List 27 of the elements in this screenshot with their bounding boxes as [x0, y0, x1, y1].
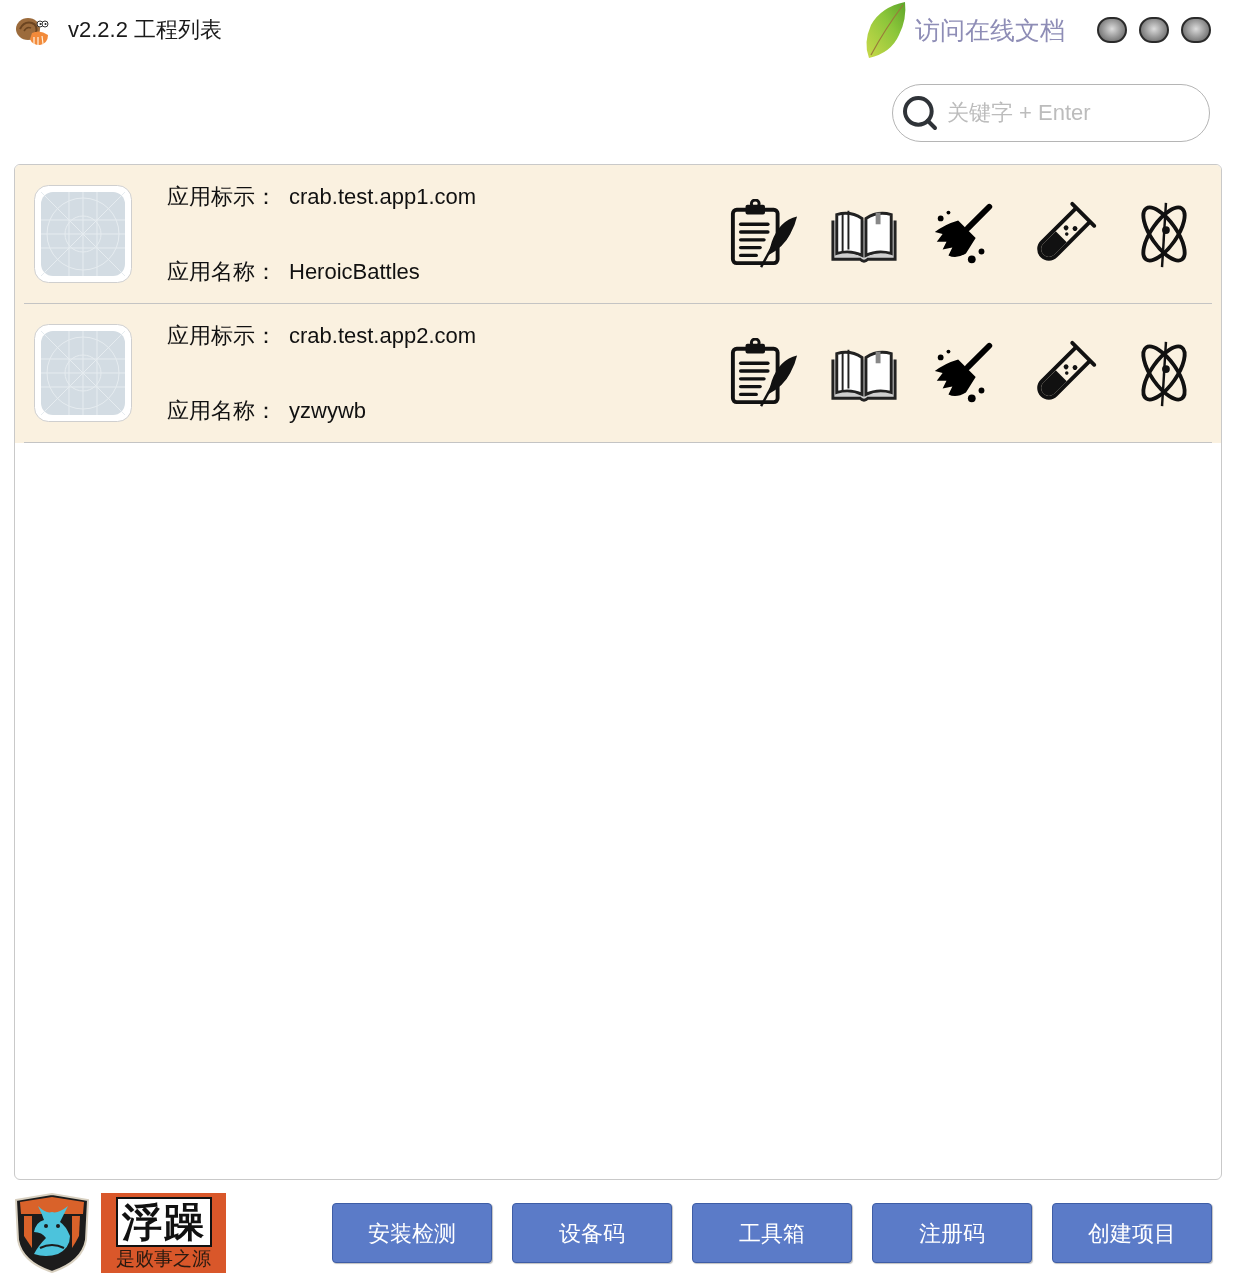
motto-title: 浮躁: [115, 1197, 212, 1247]
app-name-label: 应用名称：: [167, 396, 277, 425]
bundle-id-value: crab.test.app2.com: [289, 321, 477, 350]
motto-subtitle: 是败事之源: [116, 1247, 211, 1271]
bundle-id-label: 应用标示：: [167, 182, 277, 211]
clipboard-quill-icon: [729, 199, 799, 269]
notes-button[interactable]: [729, 338, 799, 408]
footer-button[interactable]: 安装检测: [332, 1203, 492, 1263]
window-control-button[interactable]: [1139, 17, 1169, 43]
footer-button[interactable]: 工具箱: [692, 1203, 852, 1263]
window-control-button[interactable]: [1097, 17, 1127, 43]
app-name-value: yzwywb: [289, 396, 366, 425]
footer-button[interactable]: 创建项目: [1052, 1203, 1212, 1263]
project-row[interactable]: 应用标示： crab.test.app2.com 应用名称： yzwywb: [15, 304, 1221, 443]
window-control-button[interactable]: [1181, 17, 1211, 43]
window-title: v2.2.2 工程列表: [68, 16, 223, 44]
search-field[interactable]: 关键字 + Enter: [892, 84, 1210, 142]
search-icon: [900, 93, 940, 133]
app-name-value: HeroicBattles: [289, 257, 420, 286]
footer-button[interactable]: 注册码: [872, 1203, 1032, 1263]
clipboard-quill-icon: [729, 338, 799, 408]
footer-button[interactable]: 设备码: [512, 1203, 672, 1263]
bundle-id-value: crab.test.app1.com: [289, 182, 477, 211]
notes-button[interactable]: [729, 199, 799, 269]
bundle-id-label: 应用标示：: [167, 321, 277, 350]
online-docs-link[interactable]: 访问在线文档: [915, 14, 1065, 46]
app-name-label: 应用名称：: [167, 257, 277, 286]
